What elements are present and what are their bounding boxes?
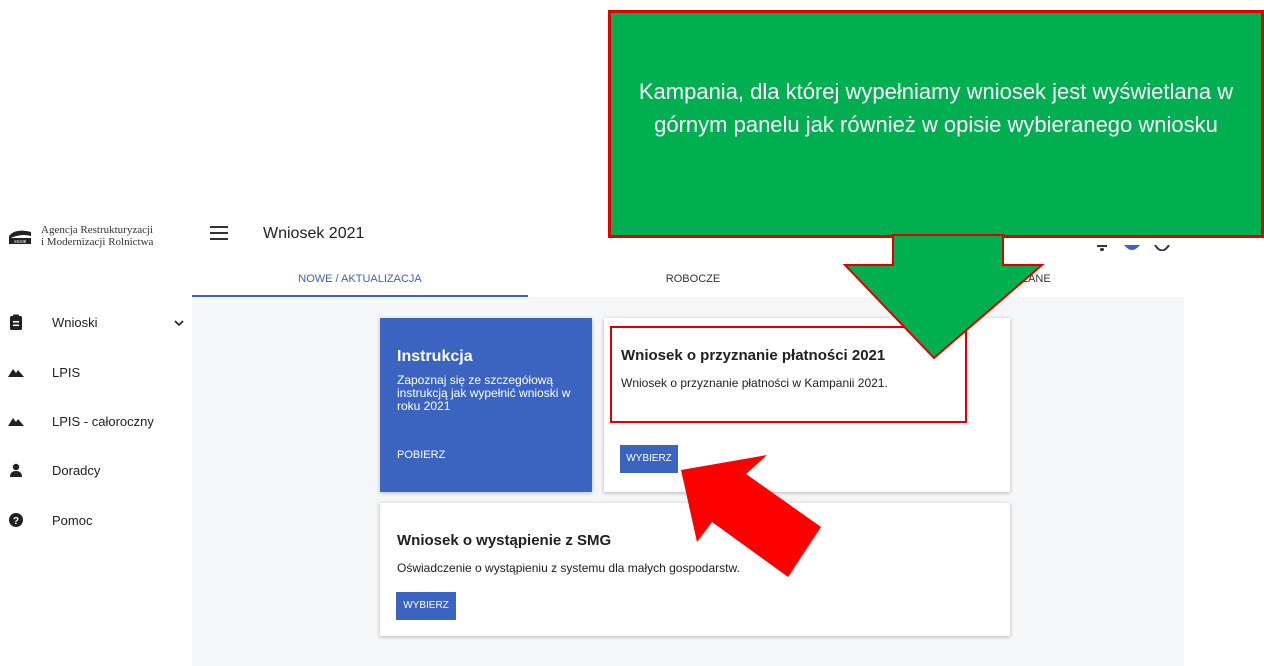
card-title: Wniosek o wystąpienie z SMG <box>397 532 612 549</box>
notifications-icon[interactable] <box>1096 238 1108 251</box>
page-title: Wniosek 2021 <box>263 225 365 242</box>
agency-name-line1: Agencja Restrukturyzacji <box>41 224 154 236</box>
select-button[interactable]: WYBIERZ <box>396 592 456 620</box>
tab-nowe-aktualizacja[interactable]: NOWE / AKTUALIZACJA <box>192 265 528 297</box>
sidebar-item-doradcy[interactable]: Doradcy <box>0 455 192 485</box>
svg-text:ARiMR: ARiMR <box>14 239 27 244</box>
sidebar-item-label: Doradcy <box>52 462 101 478</box>
tab-bar: NOWE / AKTUALIZACJA ROBOCZE YSŁANE <box>192 265 1184 297</box>
sidebar-item-label: LPIS <box>52 364 81 380</box>
sidebar-item-wnioski[interactable]: Wnioski <box>0 307 192 337</box>
logout-icon[interactable] <box>1154 238 1170 252</box>
user-avatar-icon[interactable] <box>1124 238 1140 250</box>
svg-text:?: ? <box>13 516 19 527</box>
terrain-icon <box>8 413 24 429</box>
tab-wyslane[interactable]: YSŁANE <box>974 265 1084 297</box>
clipboard-icon <box>8 314 24 330</box>
instruction-description: Zapoznaj się ze szczegółową instrukcją j… <box>397 373 571 413</box>
menu-icon[interactable] <box>210 226 228 240</box>
person-icon <box>8 462 24 478</box>
agency-name: Agencja Restrukturyzacji i Modernizacji … <box>41 224 153 248</box>
download-button[interactable]: POBIERZ <box>397 449 445 461</box>
instruction-title: Instrukcja <box>397 348 473 365</box>
annotation-callout: Kampania, dla której wypełniamy wniosek … <box>608 10 1264 238</box>
select-button[interactable]: WYBIERZ <box>620 445 678 473</box>
agency-name-line2: i Modernizacji Rolnictwa <box>41 236 154 248</box>
sidebar-item-lpis[interactable]: LPIS <box>0 357 192 387</box>
sidebar-item-label: Pomoc <box>52 512 93 528</box>
instruction-card: Instrukcja Zapoznaj się ze szczegółową i… <box>380 318 592 492</box>
card-description: Oświadczenie o wystąpieniu z systemu dla… <box>397 561 740 575</box>
sidebar-item-pomoc[interactable]: ? Pomoc <box>0 505 192 535</box>
arimr-logo-mark: ARiMR <box>8 227 32 245</box>
chevron-down-icon[interactable] <box>173 316 185 328</box>
help-icon: ? <box>8 512 24 528</box>
highlight-box <box>610 326 967 423</box>
sidebar-item-label: LPIS - całoroczny <box>52 413 154 429</box>
terrain-icon <box>8 364 24 380</box>
application-card-smg: Wniosek o wystąpienie z SMG Oświadczenie… <box>380 503 1010 636</box>
annotation-text: Kampania, dla której wypełniamy wniosek … <box>638 79 1234 137</box>
sidebar-item-label: Wnioski <box>52 314 98 330</box>
tab-robocze[interactable]: ROBOCZE <box>528 265 858 297</box>
agency-logo: ARiMR Agencja Restrukturyzacji i Moderni… <box>8 224 153 248</box>
sidebar-item-lpis-caloroczny[interactable]: LPIS - całoroczny <box>0 406 192 436</box>
